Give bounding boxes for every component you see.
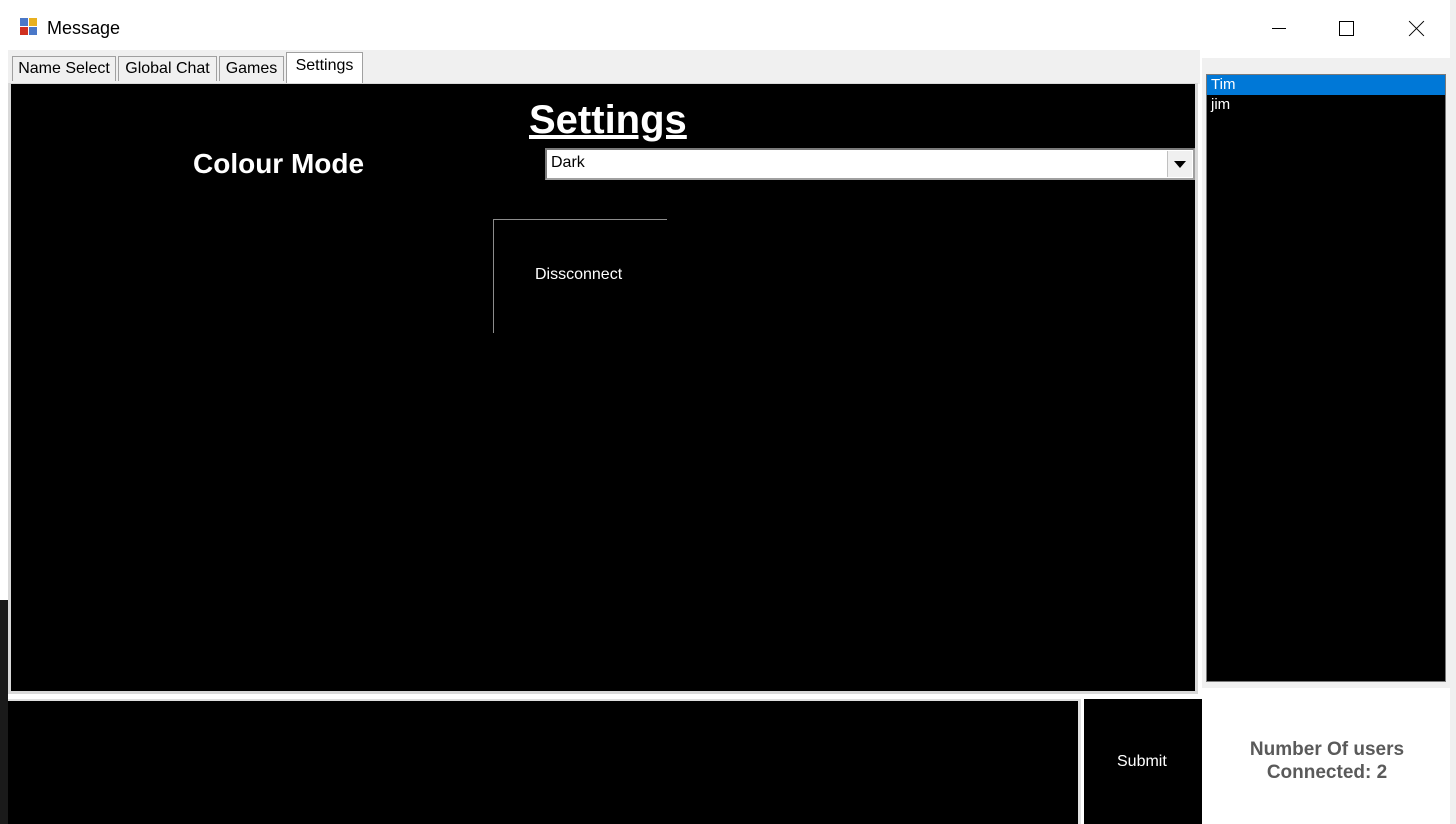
user-count-line-2: Connected: 2 <box>1266 762 1388 783</box>
tab-strip: Name Select Global Chat Games Settings <box>8 50 1200 84</box>
minimize-button[interactable] <box>1256 6 1302 50</box>
background-strip-right <box>1450 0 1456 824</box>
tab-global-chat[interactable]: Global Chat <box>118 56 217 81</box>
window-title: Message <box>47 18 121 38</box>
user-count-line-1: Number Of users <box>1249 739 1405 760</box>
close-button[interactable] <box>1394 6 1440 50</box>
settings-panel: Settings Colour Mode Dark Dissconnect <box>8 83 1198 694</box>
title-bar: Message <box>8 6 1450 50</box>
user-list-item[interactable]: jim <box>1207 95 1445 115</box>
colour-mode-value: Dark <box>551 154 585 171</box>
submit-label: Submit <box>1117 753 1167 770</box>
tab-name-select[interactable]: Name Select <box>12 56 116 81</box>
user-count-label: Number Of users Connected: 2 <box>1202 738 1452 784</box>
maximize-button[interactable] <box>1323 6 1369 50</box>
chevron-down-icon <box>1174 160 1186 168</box>
disconnect-button[interactable]: Dissconnect <box>493 219 667 333</box>
app-icon <box>20 18 38 36</box>
page-title: Settings <box>529 98 687 142</box>
user-count-area: Number Of users Connected: 2 <box>1202 688 1450 824</box>
disconnect-label: Dissconnect <box>535 266 623 283</box>
minimize-icon <box>1272 27 1286 29</box>
tab-settings[interactable]: Settings <box>286 52 363 83</box>
close-icon <box>1409 20 1425 36</box>
dropdown-button[interactable] <box>1167 151 1192 177</box>
tab-games[interactable]: Games <box>219 56 284 81</box>
message-input[interactable] <box>8 699 1081 824</box>
background-strip-left-dark <box>0 600 8 824</box>
maximize-icon <box>1338 20 1354 36</box>
colour-mode-label: Colour Mode <box>193 148 365 179</box>
colour-mode-select[interactable]: Dark <box>545 148 1195 180</box>
submit-button[interactable]: Submit <box>1084 699 1202 824</box>
user-list[interactable]: Tim jim <box>1206 74 1446 682</box>
user-list-item[interactable]: Tim <box>1207 75 1445 95</box>
